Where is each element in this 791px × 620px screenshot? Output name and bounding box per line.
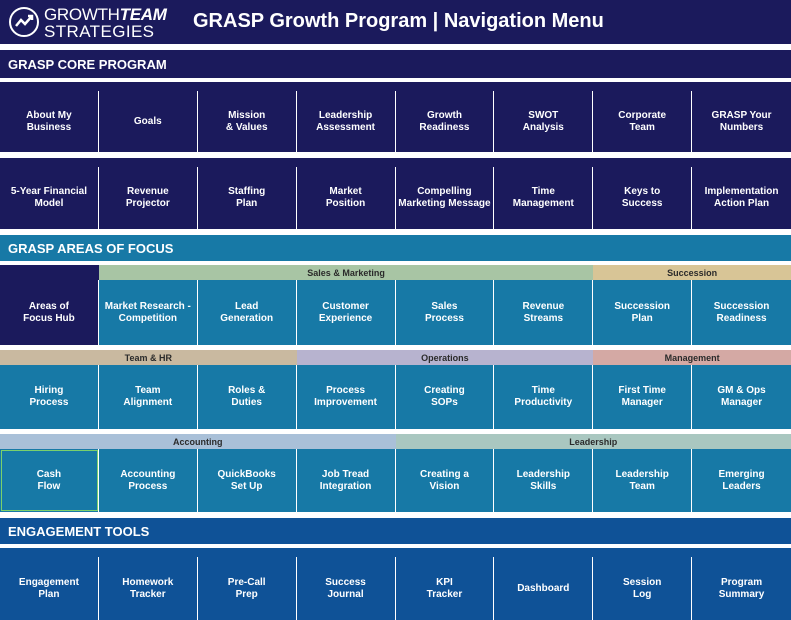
nav-market-research-competition[interactable]: Market Research - Competition <box>98 280 198 345</box>
focus-category-row-1: Sales & Marketing Succession <box>0 265 791 280</box>
nav-pre-call-prep[interactable]: Pre-Call Prep <box>197 557 297 620</box>
nav-job-tread-integration[interactable]: Job Tread Integration <box>296 449 396 512</box>
core-row1-band <box>0 82 791 91</box>
category-succession: Succession <box>593 265 791 280</box>
nav-revenue-streams[interactable]: Revenue Streams <box>494 280 594 345</box>
nav-time-management[interactable]: Time Management <box>494 167 594 229</box>
category-accounting: Accounting <box>0 434 396 449</box>
nav-customer-experience[interactable]: Customer Experience <box>296 280 396 345</box>
nav-mission-values[interactable]: Mission & Values <box>197 91 297 152</box>
nav-areas-of-focus-hub[interactable]: Areas of Focus Hub <box>0 280 99 345</box>
category-management: Management <box>593 350 791 365</box>
nav-corporate-team[interactable]: Corporate Team <box>593 91 693 152</box>
nav-lead-generation[interactable]: Lead Generation <box>197 280 297 345</box>
nav-keys-to-success[interactable]: Keys to Success <box>593 167 693 229</box>
nav-growth-readiness[interactable]: Growth Readiness <box>395 91 495 152</box>
nav-5-year-financial-model[interactable]: 5-Year Financial Model <box>0 167 99 229</box>
nav-process-improvement[interactable]: Process Improvement <box>296 365 396 429</box>
nav-succession-plan[interactable]: Succession Plan <box>593 280 693 345</box>
focus-row-2: Hiring Process Team Alignment Roles & Du… <box>0 365 791 429</box>
growth-team-strategies-logo[interactable]: GROWTHTEAM STRATEGIES <box>8 3 167 41</box>
nav-program-summary[interactable]: Program Summary <box>692 557 791 620</box>
nav-grasp-your-numbers[interactable]: GRASP Your Numbers <box>692 91 791 152</box>
nav-kpi-tracker[interactable]: KPI Tracker <box>395 557 495 620</box>
category-leadership: Leadership <box>395 434 791 449</box>
nav-creating-sops[interactable]: Creating SOPs <box>395 365 495 429</box>
nav-roles-duties[interactable]: Roles & Duties <box>197 365 297 429</box>
nav-revenue-projector[interactable]: Revenue Projector <box>98 167 198 229</box>
nav-homework-tracker[interactable]: Homework Tracker <box>98 557 198 620</box>
nav-leadership-assessment[interactable]: Leadership Assessment <box>296 91 396 152</box>
nav-cash-flow[interactable]: Cash Flow <box>0 449 99 512</box>
nav-emerging-leaders[interactable]: Emerging Leaders <box>692 449 791 512</box>
category-hub-spacer <box>0 265 99 280</box>
nav-succession-readiness[interactable]: Succession Readiness <box>692 280 791 345</box>
nav-goals[interactable]: Goals <box>98 91 198 152</box>
focus-row-3: Cash Flow Accounting Process QuickBooks … <box>0 449 791 512</box>
areas-of-focus-heading: GRASP AREAS OF FOCUS <box>0 235 791 261</box>
nav-quickbooks-set-up[interactable]: QuickBooks Set Up <box>197 449 297 512</box>
app-header: GROWTHTEAM STRATEGIES GRASP Growth Progr… <box>0 0 791 44</box>
nav-about-my-business[interactable]: About My Business <box>0 91 99 152</box>
nav-swot-analysis[interactable]: SWOT Analysis <box>494 91 594 152</box>
category-operations: Operations <box>296 350 594 365</box>
nav-hiring-process[interactable]: Hiring Process <box>0 365 99 429</box>
focus-category-row-2: Team & HR Operations Management <box>0 350 791 365</box>
nav-dashboard[interactable]: Dashboard <box>494 557 594 620</box>
nav-leadership-skills[interactable]: Leadership Skills <box>494 449 594 512</box>
core-row-2: 5-Year Financial Model Revenue Projector… <box>0 167 791 229</box>
page-title: GRASP Growth Program | Navigation Menu <box>193 10 604 32</box>
nav-compelling-marketing-message[interactable]: Compelling Marketing Message <box>395 167 495 229</box>
category-sales-marketing: Sales & Marketing <box>98 265 594 280</box>
nav-success-journal[interactable]: Success Journal <box>296 557 396 620</box>
nav-implementation-action-plan[interactable]: Implementation Action Plan <box>692 167 791 229</box>
nav-sales-process[interactable]: Sales Process <box>395 280 495 345</box>
nav-time-productivity[interactable]: Time Productivity <box>494 365 594 429</box>
core-program-heading: GRASP CORE PROGRAM <box>0 50 791 78</box>
nav-session-log[interactable]: Session Log <box>593 557 693 620</box>
core-row2-band <box>0 158 791 167</box>
nav-market-position[interactable]: Market Position <box>296 167 396 229</box>
nav-accounting-process[interactable]: Accounting Process <box>98 449 198 512</box>
category-team-hr: Team & HR <box>0 350 297 365</box>
nav-creating-a-vision[interactable]: Creating a Vision <box>395 449 495 512</box>
engagement-band <box>0 548 791 557</box>
focus-row-1: Areas of Focus Hub Market Research - Com… <box>0 280 791 345</box>
engagement-row: Engagement Plan Homework Tracker Pre-Cal… <box>0 557 791 620</box>
nav-staffing-plan[interactable]: Staffing Plan <box>197 167 297 229</box>
nav-first-time-manager[interactable]: First Time Manager <box>593 365 693 429</box>
nav-engagement-plan[interactable]: Engagement Plan <box>0 557 99 620</box>
nav-team-alignment[interactable]: Team Alignment <box>98 365 198 429</box>
engagement-tools-heading: ENGAGEMENT TOOLS <box>0 518 791 544</box>
logo-line-2: STRATEGIES <box>44 22 155 41</box>
core-row-1: About My Business Goals Mission & Values… <box>0 91 791 152</box>
nav-leadership-team[interactable]: Leadership Team <box>593 449 693 512</box>
focus-category-row-3: Accounting Leadership <box>0 434 791 449</box>
logo-mark-icon <box>9 7 39 37</box>
nav-gm-ops-manager[interactable]: GM & Ops Manager <box>692 365 791 429</box>
